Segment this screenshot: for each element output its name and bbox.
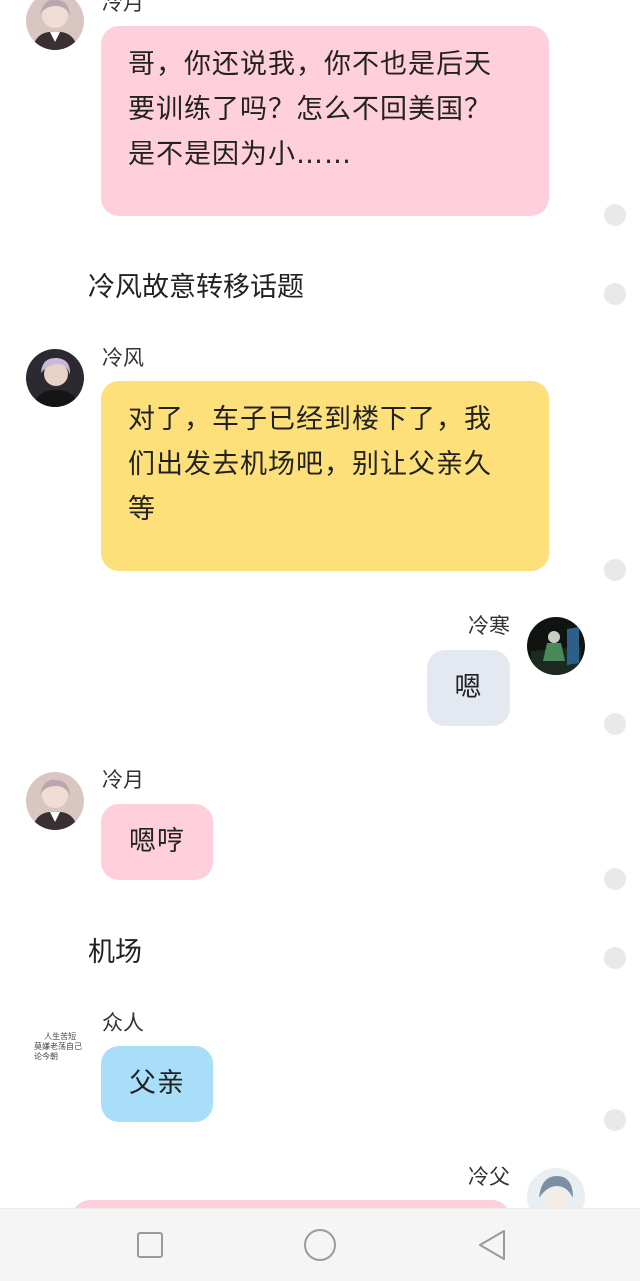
message-bubble[interactable]: 嗯哼 [101,804,213,880]
avatar-lengyue[interactable] [26,772,84,830]
avatar-zhongren[interactable]: 人生苦短 莫嫌老荡自己 论今朝 [34,1022,94,1062]
home-button[interactable] [302,1227,338,1263]
side-dot[interactable] [604,1109,626,1131]
message-bubble[interactable]: 对了，车子已经到楼下了，我 们出发去机场吧，别让父亲久 等 [101,381,549,571]
message-text: 父亲 [129,1068,185,1099]
avatar-lengfeng-image [26,349,84,407]
sender-name: 冷风 [102,346,144,370]
triangle-back-icon [479,1230,505,1260]
avatar-lengfu[interactable] [527,1168,585,1208]
avatar-lengyue[interactable] [26,0,84,50]
circle-icon [304,1229,336,1261]
side-dot[interactable] [604,283,626,305]
avatar-lengfu-image [527,1168,585,1208]
avatar-lenghan-image [527,617,585,675]
sender-name: 冷寒 [468,614,510,638]
sender-name: 冷月 [102,0,144,15]
narration-text: 冷风故意转移话题 [88,272,304,303]
narration-text: 机场 [88,937,142,968]
square-icon [137,1232,163,1258]
chat-area[interactable]: 冷月 哥，你还说我，你不也是后天 要训练了吗？怎么不回美国？ 是不是因为小…… … [0,0,640,1208]
avatar-text: 人生苦短 莫嫌老荡自己 论今朝 [34,1032,82,1061]
avatar-lengyue-image [26,0,84,50]
side-dot[interactable] [604,559,626,581]
message-text: 哥，你还说我，你不也是后天 要训练了吗？怎么不回美国？ 是不是因为小…… [128,49,492,170]
recent-apps-button[interactable] [132,1227,168,1263]
side-dot[interactable] [604,713,626,735]
message-text: 嗯 [454,672,483,703]
sender-name: 冷月 [102,768,144,792]
message-bubble[interactable]: 嗯 [427,650,510,726]
side-dot[interactable] [604,204,626,226]
sender-name: 冷父 [468,1165,510,1189]
message-text: 对了，车子已经到楼下了，我 们出发去机场吧，别让父亲久 等 [128,404,492,525]
side-dot[interactable] [604,947,626,969]
message-bubble[interactable]: 父亲 [101,1046,213,1122]
avatar-lenghan[interactable] [527,617,585,675]
back-button[interactable] [474,1227,510,1263]
sender-name: 众人 [102,1011,144,1035]
avatar-lengfeng[interactable] [26,349,84,407]
side-dot[interactable] [604,868,626,890]
message-text: 嗯哼 [129,826,185,857]
message-bubble[interactable]: 哥，你还说我，你不也是后天 要训练了吗？怎么不回美国？ 是不是因为小…… [101,26,549,216]
message-bubble[interactable] [72,1200,510,1208]
navigation-bar [0,1208,640,1281]
avatar-lengyue-image [26,772,84,830]
